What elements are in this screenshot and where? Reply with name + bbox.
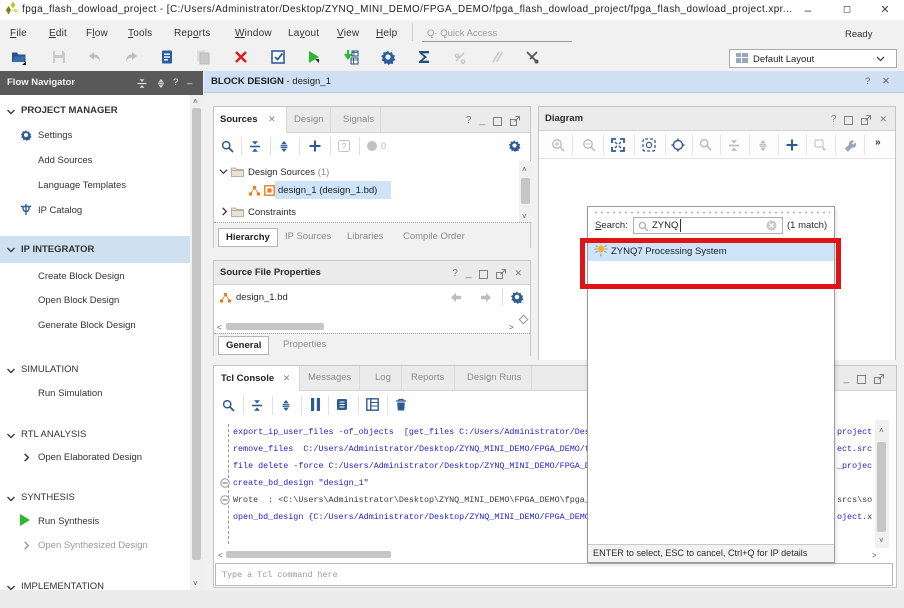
svg-text:?: ? xyxy=(342,142,347,151)
